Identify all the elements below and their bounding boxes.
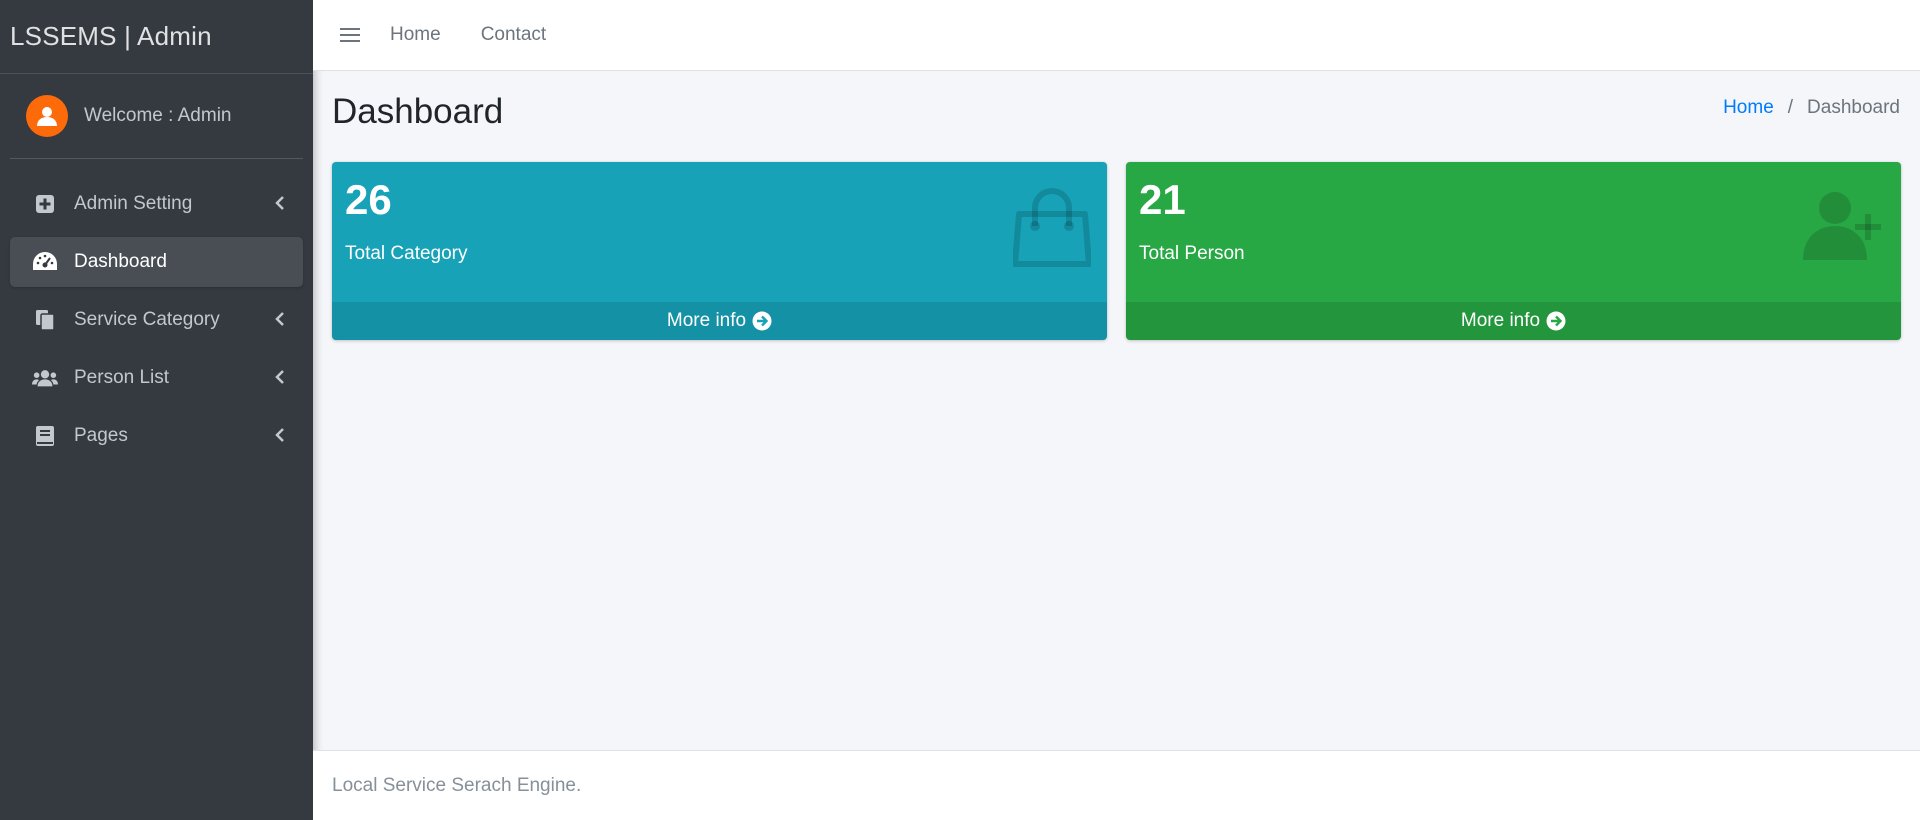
- total-category-box: 26 Total Category More info: [332, 162, 1107, 340]
- stat-boxes: 26 Total Category More info 21 Total Per…: [332, 162, 1902, 340]
- sidebar-item-label: Service Category: [74, 309, 220, 330]
- chevron-left-icon: [275, 196, 285, 215]
- sidebar-item-pages[interactable]: Pages: [10, 411, 303, 461]
- sidebar-item-dashboard[interactable]: Dashboard: [10, 237, 303, 287]
- sidebar-nav: Admin Setting Dashboard Service Category: [0, 179, 313, 461]
- chevron-left-icon: [275, 428, 285, 447]
- welcome-text[interactable]: Welcome : Admin: [84, 105, 231, 127]
- total-category-more-info[interactable]: More info: [332, 302, 1107, 340]
- user-icon: [26, 95, 68, 137]
- sidebar-item-service-category[interactable]: Service Category: [10, 295, 303, 345]
- total-category-label: Total Category: [345, 243, 468, 264]
- chevron-left-icon: [275, 312, 285, 331]
- total-category-value: 26: [345, 176, 392, 223]
- footer-text: Local Service Serach Engine.: [332, 774, 582, 796]
- content-header: Dashboard Home / Dashboard: [332, 92, 1900, 132]
- sidebar-item-person-list[interactable]: Person List: [10, 353, 303, 403]
- brand-link[interactable]: LSSEMS | Admin: [0, 0, 313, 74]
- sidebar-item-label: Person List: [74, 367, 170, 388]
- sidebar-item-label: Pages: [74, 425, 128, 446]
- sidebar: LSSEMS | Admin Welcome : Admin Admin Set…: [0, 0, 313, 820]
- breadcrumb-current: Dashboard: [1807, 97, 1900, 118]
- hamburger-icon[interactable]: [340, 26, 360, 44]
- sidebar-item-label: Admin Setting: [74, 193, 193, 214]
- breadcrumb: Home / Dashboard: [1723, 97, 1900, 119]
- breadcrumb-separator: /: [1787, 97, 1794, 118]
- sidebar-item-admin-setting[interactable]: Admin Setting: [10, 179, 303, 229]
- total-person-box: 21 Total Person More info: [1126, 162, 1901, 340]
- nav-link-home[interactable]: Home: [390, 24, 441, 46]
- more-info-label: More info: [1460, 310, 1541, 331]
- arrow-circle-right-icon: [752, 311, 772, 331]
- user-plus-icon: [1803, 188, 1885, 269]
- shopping-bag-icon: [1012, 188, 1092, 273]
- total-person-label: Total Person: [1139, 243, 1245, 264]
- breadcrumb-home-link[interactable]: Home: [1723, 97, 1774, 119]
- page-footer: Local Service Serach Engine.: [313, 750, 1920, 820]
- more-info-label: More info: [666, 310, 747, 331]
- total-person-more-info[interactable]: More info: [1126, 302, 1901, 340]
- chevron-left-icon: [275, 370, 285, 389]
- top-navbar: Home Contact: [313, 0, 1920, 71]
- plus-square-icon: [32, 191, 58, 217]
- arrow-circle-right-icon: [1546, 311, 1566, 331]
- user-panel: Welcome : Admin: [10, 74, 303, 159]
- copy-icon: [32, 307, 58, 333]
- book-icon: [32, 423, 58, 449]
- tachometer-icon: [32, 249, 58, 275]
- total-person-value: 21: [1139, 176, 1186, 223]
- users-icon: [32, 365, 58, 391]
- brand-title: LSSEMS | Admin: [10, 21, 212, 51]
- page-title: Dashboard: [332, 92, 504, 131]
- nav-link-contact[interactable]: Contact: [481, 24, 546, 46]
- sidebar-item-label: Dashboard: [74, 251, 167, 272]
